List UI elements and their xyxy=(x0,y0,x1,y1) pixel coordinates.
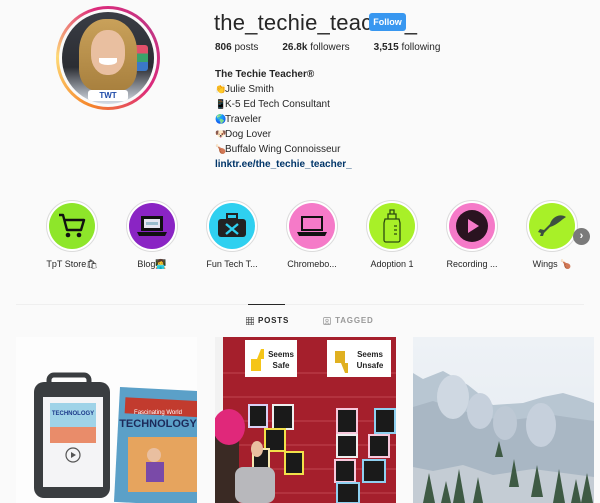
highlight-ring xyxy=(46,200,98,252)
highlight-circle xyxy=(369,203,415,249)
highlight-adoption-1[interactable]: Adoption 1 xyxy=(357,200,427,269)
bio-line-text: Julie Smith xyxy=(225,84,274,95)
bio-line-text: Traveler xyxy=(225,114,262,125)
highlight-ring xyxy=(206,200,258,252)
avatar-photo: TWT xyxy=(62,12,154,104)
followers-count: 26.8k xyxy=(282,42,308,53)
tagged-icon xyxy=(323,316,332,325)
post-thumbnail[interactable]: TECHNOLOGY Fascinating World TECHNOLOGY xyxy=(16,337,197,503)
highlight-label: Recording ... xyxy=(446,259,498,269)
post-thumbnail[interactable] xyxy=(413,337,594,503)
highlight-recording[interactable]: Recording ... xyxy=(437,200,507,269)
tab-label: POSTS xyxy=(258,316,290,325)
highlight-circle xyxy=(289,203,335,249)
book-title: TECHNOLOGY xyxy=(119,418,197,430)
clapping-hands-icon: 👏 xyxy=(215,84,227,94)
tab-posts[interactable]: POSTS xyxy=(246,316,289,325)
highlight-ring xyxy=(366,200,418,252)
post-thumbnail[interactable]: Seems Safe Seems Unsafe xyxy=(215,337,396,503)
following-count: 3,515 xyxy=(373,42,399,53)
posts-label: posts xyxy=(234,42,259,53)
following-label: following xyxy=(401,42,441,53)
avatar-face xyxy=(90,30,126,75)
profile-bio: The Techie Teacher® 👏Julie Smith 📱K-5 Ed… xyxy=(215,67,352,172)
bio-line: 👏Julie Smith xyxy=(215,82,352,97)
dog-face-icon: 🐶 xyxy=(215,129,227,139)
post-image-safe-unsafe-chart: Seems Safe Seems Unsafe xyxy=(215,337,396,503)
laptop-icon xyxy=(137,216,167,236)
bio-line-text: Dog Lover xyxy=(225,129,272,140)
highlight-label: Fun Tech T... xyxy=(206,259,258,269)
chicken-leg-icon xyxy=(538,215,566,236)
highlight-label: TpT Store🛍 xyxy=(46,259,98,269)
posts-stat: 806 posts xyxy=(215,42,258,53)
profile-stats: 806 posts 26.8k followers 3,515 followin… xyxy=(215,42,464,53)
avatar-badge: TWT xyxy=(87,90,129,102)
highlight-label: Blog👩‍💻 xyxy=(137,259,167,269)
baby-bottle-icon xyxy=(383,209,401,243)
highlight-chromebooks[interactable]: Chromebo... xyxy=(277,200,347,269)
globe-icon: 🌎 xyxy=(215,114,227,124)
avatar-inner: TWT xyxy=(59,9,157,107)
play-button-icon xyxy=(456,210,488,242)
post-image-ipad-book: TECHNOLOGY Fascinating World TECHNOLOGY xyxy=(16,337,197,503)
following-stat[interactable]: 3,515 following xyxy=(374,42,441,53)
svg-text:TECHNOLOGY: TECHNOLOGY xyxy=(52,411,94,417)
book-subtitle: Fascinating World xyxy=(134,410,182,416)
highlight-circle xyxy=(449,203,495,249)
highlight-ring xyxy=(126,200,178,252)
highlight-ring xyxy=(526,200,578,252)
bio-line-text: K-5 Ed Tech Consultant xyxy=(225,99,330,110)
highlight-tpt-store[interactable]: TpT Store🛍 xyxy=(37,200,107,270)
svg-text:Unsafe: Unsafe xyxy=(357,361,384,370)
posts-count: 806 xyxy=(215,42,232,53)
followers-label: followers xyxy=(310,42,350,53)
highlight-circle xyxy=(129,203,175,249)
bio-line: 🍗Buffalo Wing Connoisseur xyxy=(215,142,352,157)
svg-text:Seems: Seems xyxy=(357,350,383,359)
tabs-divider xyxy=(16,304,584,305)
profile-avatar[interactable]: TWT xyxy=(56,6,160,110)
mobile-phone-icon: 📱 xyxy=(215,99,227,109)
highlight-label: Wings 🍗 xyxy=(532,259,572,269)
svg-text:Safe: Safe xyxy=(273,361,290,370)
highlight-label: Chromebo... xyxy=(287,259,337,269)
grid-icon xyxy=(246,316,254,325)
highlights-next-button[interactable]: › xyxy=(573,228,590,245)
highlight-ring xyxy=(286,200,338,252)
laptop-icon xyxy=(297,216,327,236)
bio-line: 📱K-5 Ed Tech Consultant xyxy=(215,97,352,112)
bio-name: The Techie Teacher® xyxy=(215,69,315,80)
bio-line-text: Buffalo Wing Connoisseur xyxy=(225,144,341,155)
followers-stat[interactable]: 26.8k followers xyxy=(282,42,349,53)
tab-tagged[interactable]: TAGGED xyxy=(323,316,373,325)
shopping-cart-icon xyxy=(59,213,86,238)
profile-tabs: POSTS TAGGED xyxy=(246,316,408,325)
highlight-ring xyxy=(446,200,498,252)
toolbox-icon xyxy=(218,213,246,237)
bio-link[interactable]: linktr.ee/the_techie_teacher_ xyxy=(215,157,352,172)
highlight-label: Adoption 1 xyxy=(370,259,414,269)
highlight-fun-tech-tools[interactable]: Fun Tech T... xyxy=(197,200,267,269)
follow-button[interactable]: Follow xyxy=(369,13,406,31)
highlight-circle xyxy=(529,203,575,249)
post-image-mount-rushmore xyxy=(413,337,594,503)
active-tab-indicator xyxy=(248,304,285,305)
highlight-circle xyxy=(209,203,255,249)
poultry-leg-icon: 🍗 xyxy=(215,144,227,154)
bio-line: 🌎Traveler xyxy=(215,112,352,127)
highlight-circle xyxy=(49,203,95,249)
bio-line: 🐶Dog Lover xyxy=(215,127,352,142)
tab-label: TAGGED xyxy=(335,316,374,325)
svg-text:Seems: Seems xyxy=(268,350,294,359)
story-highlights: TpT Store🛍 Blog👩‍💻 Fun Tech T... Chromeb… xyxy=(37,200,600,275)
highlight-blog[interactable]: Blog👩‍💻 xyxy=(117,200,187,270)
